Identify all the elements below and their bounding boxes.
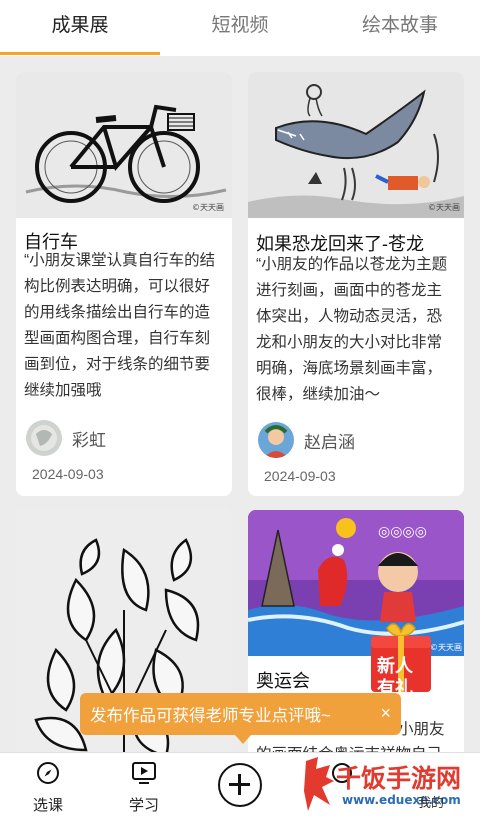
toast-pointer [235, 735, 251, 744]
artwork-card-dinosaur[interactable]: ©天天画 如果恐龙回来了-苍龙 “小朋友的作品以苍龙为主题进行刻画，画面中的苍龙… [248, 72, 464, 496]
toast-text: 发布作品可获得老师专业点评哦~ [90, 707, 331, 725]
author-info[interactable]: 赵启涵 [258, 422, 355, 458]
card-description: “小朋友课堂认真自行车的结构比例表达明确，可以很好的用线条描绘出自行车的造型画面… [24, 252, 216, 399]
close-icon[interactable]: × [380, 703, 391, 724]
nav-item-courses[interactable]: 选课 [18, 761, 78, 815]
top-tab-bar: 成果展 短视频 绘本故事 [0, 0, 480, 56]
svg-text:◎◎◎◎: ◎◎◎◎ [378, 524, 427, 540]
author-name: 彩虹 [72, 430, 106, 450]
avatar [26, 420, 62, 456]
dinosaur-drawing-image: ©天天画 [248, 72, 464, 218]
watermark-title: 千饭手游网 [336, 764, 462, 793]
nav-label: 选课 [32, 797, 63, 814]
active-tab-indicator [0, 52, 160, 55]
svg-text:©天天画: ©天天画 [428, 203, 460, 212]
artwork-card-bicycle[interactable]: ©天天画 自行车 “小朋友课堂认真自行车的结构比例表达明确，可以很好的用线条描绘… [16, 72, 232, 496]
card-description: “小朋友的作品以苍龙为主题进行刻画，画面中的苍龙主体突出，人物动态灵活，恐龙和小… [256, 256, 448, 403]
nav-label: 学习 [128, 797, 159, 814]
nav-label-mine[interactable]: 我的 [418, 792, 444, 811]
plus-icon [229, 774, 250, 795]
tab-short-videos[interactable]: 短视频 [160, 0, 320, 56]
post-date: 2024-09-03 [264, 468, 336, 484]
site-watermark: 千饭手游网 www.eduexe.com 我的 [300, 755, 480, 815]
watermark-logo-icon [304, 757, 334, 811]
tab-picture-book-stories[interactable]: 绘本故事 [320, 0, 480, 56]
card-description-fragment: 小朋友 [398, 721, 445, 738]
play-screen-icon [132, 762, 156, 784]
tab-achievements[interactable]: 成果展 [0, 0, 160, 56]
publish-plus-button[interactable] [218, 763, 262, 807]
author-name: 赵启涵 [304, 432, 355, 452]
post-date: 2024-09-03 [32, 466, 104, 482]
compass-icon [37, 762, 59, 784]
nav-item-study[interactable]: 学习 [114, 761, 174, 815]
review-tip-toast: 发布作品可获得老师专业点评哦~ × [80, 693, 401, 744]
avatar [258, 422, 294, 458]
new-user-gift-badge[interactable]: 新人 有礼 [365, 618, 437, 698]
svg-text:©天天画: ©天天画 [192, 203, 224, 212]
card-title: 奥运会 [256, 671, 310, 691]
bicycle-drawing-image: ©天天画 [16, 72, 232, 218]
author-info[interactable]: 彩虹 [26, 420, 106, 456]
